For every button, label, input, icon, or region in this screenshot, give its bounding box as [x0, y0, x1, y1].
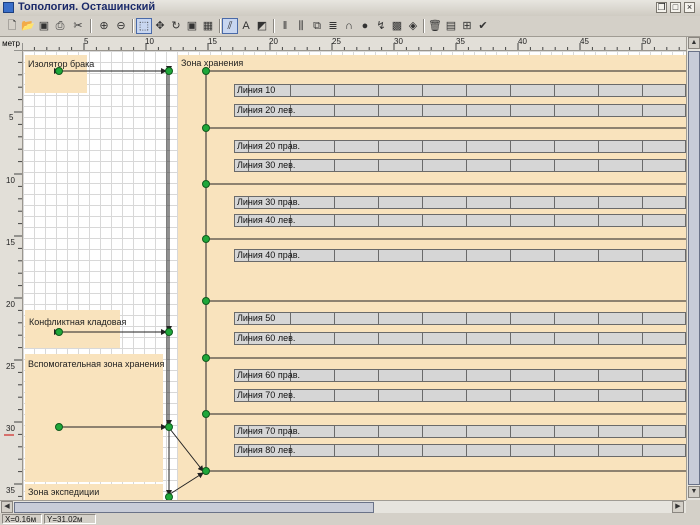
v-tick-label: 30: [6, 424, 15, 433]
rack-icon[interactable]: ⫼: [293, 18, 309, 34]
v-tick-label: 15: [6, 238, 15, 247]
copy-icon[interactable]: ⧉: [309, 18, 325, 34]
scroll-down-icon[interactable]: ▼: [688, 486, 700, 498]
zoom-out-icon[interactable]: ⊖: [113, 18, 129, 34]
h-tick-label: 5: [84, 37, 89, 46]
vertical-scrollbar[interactable]: ▲ ▼: [686, 37, 700, 500]
title-bar: Топология. Осташинский ❐ □ ×: [0, 0, 700, 17]
route-node: [55, 67, 63, 75]
move-icon[interactable]: ✥: [152, 18, 168, 34]
align-icon[interactable]: ⫽: [222, 18, 238, 34]
horizontal-scroll-thumb[interactable]: [14, 502, 374, 513]
print-icon[interactable]: ⎙: [52, 18, 68, 34]
rotate-icon[interactable]: ↻: [168, 18, 184, 34]
fit-icon[interactable]: ▣: [184, 18, 200, 34]
scroll-right-icon[interactable]: ▶: [672, 501, 684, 513]
horizontal-scrollbar[interactable]: ◀ ▶: [0, 500, 686, 514]
grid-icon[interactable]: ▦: [200, 18, 216, 34]
vertical-scroll-thumb[interactable]: [688, 51, 700, 485]
vertical-ruler: 5 10 15 20 25 30 35: [0, 50, 23, 500]
open-icon[interactable]: 🗋: [4, 18, 20, 34]
v-tick-label: 20: [6, 300, 15, 309]
maximize-button[interactable]: □: [670, 2, 681, 13]
scroll-up-icon[interactable]: ▲: [688, 37, 700, 49]
properties-icon[interactable]: ▤: [443, 18, 459, 34]
route-node: [202, 354, 210, 362]
status-x: X=0.16м: [2, 514, 42, 524]
save-icon[interactable]: ▣: [36, 18, 52, 34]
route-node: [55, 423, 63, 431]
route-node: [202, 297, 210, 305]
route-node: [202, 67, 210, 75]
ruler-unit: метр: [0, 37, 23, 51]
v-tick-label: 35: [6, 486, 15, 495]
route-icon[interactable]: ↯: [373, 18, 389, 34]
link-icon[interactable]: ∩: [341, 18, 357, 34]
route-node: [55, 328, 63, 336]
delete-icon[interactable]: 🗑: [427, 18, 443, 34]
check-icon[interactable]: ✔: [475, 18, 491, 34]
v-tick-label: 25: [6, 362, 15, 371]
route-node: [202, 235, 210, 243]
text-icon[interactable]: A: [238, 18, 254, 34]
h-tick-label: 35: [456, 37, 465, 46]
h-tick-label: 15: [208, 37, 217, 46]
h-tick-label: 40: [518, 37, 527, 46]
status-bar: X=0.16м Y=31.02м: [0, 513, 700, 525]
folder-icon[interactable]: 📂: [20, 18, 36, 34]
layers-icon[interactable]: ◈: [405, 18, 421, 34]
close-button[interactable]: ×: [684, 2, 695, 13]
paint-icon[interactable]: ▩: [389, 18, 405, 34]
route-node: [202, 124, 210, 132]
route-node: [202, 467, 210, 475]
horizontal-ruler: 5 10 15 20 25 30 35 40 45 50: [22, 37, 686, 51]
app-icon: [3, 2, 14, 13]
cut-icon[interactable]: ✂: [70, 18, 86, 34]
topology-routes: [54, 66, 686, 500]
stack-icon[interactable]: ≣: [325, 18, 341, 34]
toolbar: 🗋 📂 ▣ ⎙ ✂ ⊕ ⊖ ⬚ ✥ ↻ ▣ ▦ ⫽ A ◩ ‖ ⫼ ⧉ ≣ ∩ …: [0, 16, 700, 37]
status-y: Y=31.02м: [44, 514, 96, 524]
v-tick-label: 5: [9, 113, 14, 122]
route-node: [165, 423, 173, 431]
h-tick-label: 20: [269, 37, 278, 46]
h-tick-label: 45: [580, 37, 589, 46]
route-node: [165, 328, 173, 336]
v-tick-label: 10: [6, 176, 15, 185]
scroll-left-icon[interactable]: ◀: [1, 501, 13, 513]
route-node: [165, 67, 173, 75]
topology-canvas[interactable]: Изолятор брака Зона хранения Конфликтная…: [23, 51, 686, 500]
window-title: Топология. Осташинский: [18, 1, 156, 13]
restore-button[interactable]: ❐: [656, 2, 667, 13]
select-icon[interactable]: ⬚: [136, 18, 152, 34]
route-node: [202, 410, 210, 418]
route-node: [202, 180, 210, 188]
h-tick-label: 25: [332, 37, 341, 46]
zoom-in-icon[interactable]: ⊕: [96, 18, 112, 34]
h-tick-label: 50: [642, 37, 651, 46]
node-icon[interactable]: ●: [357, 18, 373, 34]
h-tick-label: 30: [394, 37, 403, 46]
line-icon[interactable]: ‖: [277, 18, 293, 34]
h-tick-label: 10: [145, 37, 154, 46]
tree-icon[interactable]: ⊞: [459, 18, 475, 34]
color-icon[interactable]: ◩: [254, 18, 270, 34]
